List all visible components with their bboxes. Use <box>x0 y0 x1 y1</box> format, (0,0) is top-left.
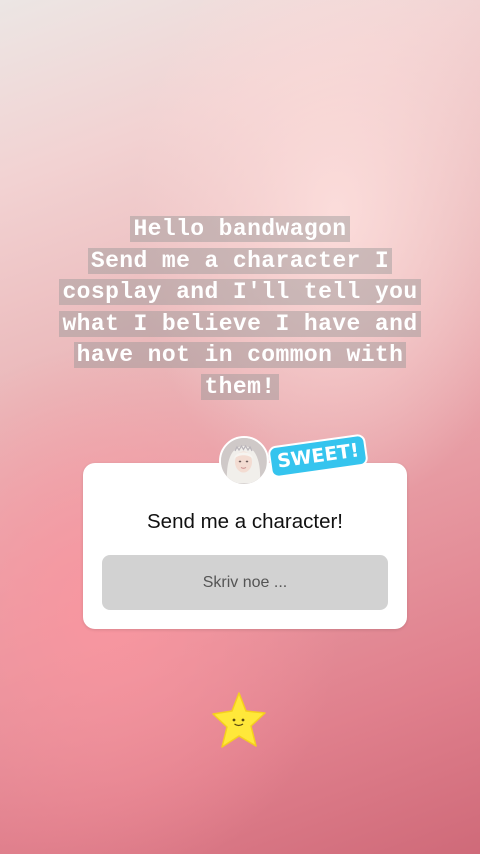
avatar <box>219 436 269 486</box>
caption-line: Hello bandwagon <box>0 214 480 246</box>
caption-line: what I believe I have and <box>0 309 480 341</box>
answer-placeholder: Skriv noe ... <box>202 573 288 591</box>
question-title: Send me a character! <box>147 510 343 533</box>
star-sticker-icon[interactable] <box>210 690 268 752</box>
avatar-portrait <box>221 438 266 483</box>
caption-line: them! <box>0 372 480 404</box>
question-sticker-card[interactable]: Send me a character! Skriv noe ... <box>83 463 407 629</box>
caption-line: Send me a character I <box>0 246 480 278</box>
answer-input[interactable]: Skriv noe ... <box>102 555 388 610</box>
caption-line: cosplay and I'll tell you <box>0 277 480 309</box>
story-caption: Hello bandwagon Send me a character I co… <box>0 214 480 404</box>
caption-line: have not in common with <box>0 340 480 372</box>
